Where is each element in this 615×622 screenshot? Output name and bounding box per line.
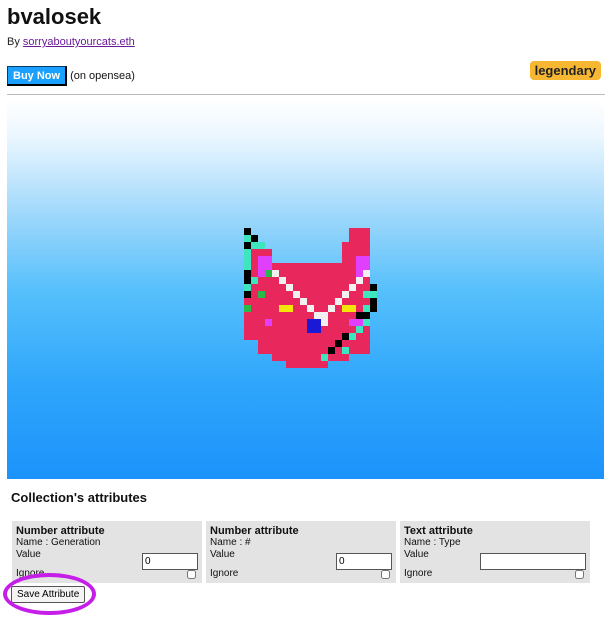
pixel-cat-image [244,228,377,368]
rarity-badge: legendary [529,61,601,80]
creator-link[interactable]: sorryaboutyourcats.eth [23,36,135,48]
number-value-input[interactable] [336,553,392,570]
ignore-checkbox-type[interactable] [575,569,584,579]
ignore-label: Ignore [16,568,45,579]
attribute-type: Text attribute [404,525,473,537]
attribute-type: Number attribute [16,525,105,537]
attribute-value-row: Value [16,549,198,570]
attributes-section-title: Collection's attributes [11,490,147,505]
attribute-name: Name : Type [404,537,461,548]
buy-row: Buy Now (on opensea) [7,66,135,86]
attribute-name: Name : Generation [16,537,101,548]
buy-note: (on opensea) [70,70,135,82]
ignore-checkbox-generation[interactable] [187,569,196,579]
generation-value-input[interactable] [142,553,198,570]
attribute-card-number: Number attribute Name : # Value Ignore [206,521,396,583]
type-value-input[interactable] [480,553,586,570]
attribute-value-row: Value [210,549,392,570]
ignore-label: Ignore [210,568,239,579]
nft-artwork [7,100,604,479]
by-prefix: By [7,36,20,48]
creator-line: By sorryaboutyourcats.eth [7,36,135,48]
attribute-name: Name : # [210,537,251,548]
item-title: bvalosek [7,4,102,29]
divider [7,94,605,95]
value-label: Value [16,549,41,560]
save-attribute-button[interactable]: Save Attribute [11,586,86,603]
attribute-type: Number attribute [210,525,299,537]
value-label: Value [404,549,429,560]
attribute-card-type: Text attribute Name : Type Value Ignore [400,521,590,583]
ignore-label: Ignore [404,568,433,579]
buy-now-button[interactable]: Buy Now [7,66,68,86]
attribute-card-generation: Number attribute Name : Generation Value… [12,521,202,583]
attributes-row: Number attribute Name : Generation Value… [12,521,590,583]
attribute-value-row: Value [404,549,586,570]
page: bvalosek By sorryaboutyourcats.eth Buy N… [0,0,615,622]
value-label: Value [210,549,235,560]
ignore-checkbox-number[interactable] [381,569,390,579]
